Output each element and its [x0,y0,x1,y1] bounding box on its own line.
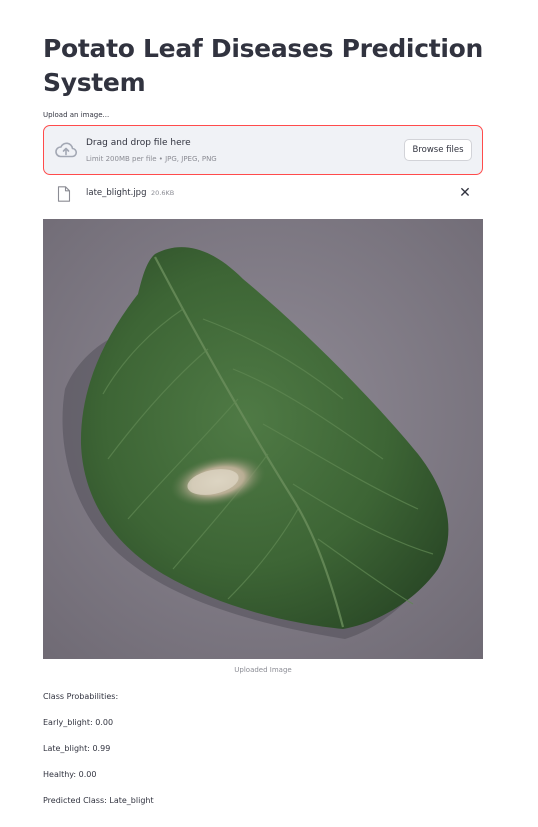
cloud-upload-icon [55,142,78,158]
uploaded-file-row: late_blight.jpg 20.6KB ✕ [43,181,481,207]
uploader-label: Upload an image... [43,111,110,119]
remove-file-icon[interactable]: ✕ [457,184,473,202]
dropzone-limit-text: Limit 200MB per file • JPG, JPEG, PNG [86,155,217,163]
healthy-probability: Healthy: 0.00 [43,770,97,779]
uploaded-leaf-image [43,219,483,659]
class-probabilities-heading: Class Probabilities: [43,692,119,701]
app-page: Potato Leaf Diseases Prediction System U… [0,0,538,827]
early-blight-probability: Early_blight: 0.00 [43,718,114,727]
browse-files-button[interactable]: Browse files [404,139,472,161]
file-dropzone[interactable]: Drag and drop file here Limit 200MB per … [43,125,483,175]
predicted-class: Predicted Class: Late_blight [43,796,154,805]
uploaded-file-size: 20.6KB [151,189,175,197]
uploaded-file-name: late_blight.jpg [86,188,147,198]
late-blight-probability: Late_blight: 0.99 [43,744,111,753]
page-title: Potato Leaf Diseases Prediction System [43,34,484,97]
dropzone-title: Drag and drop file here [86,138,191,148]
file-icon [57,186,71,202]
image-caption: Uploaded Image [234,666,292,674]
